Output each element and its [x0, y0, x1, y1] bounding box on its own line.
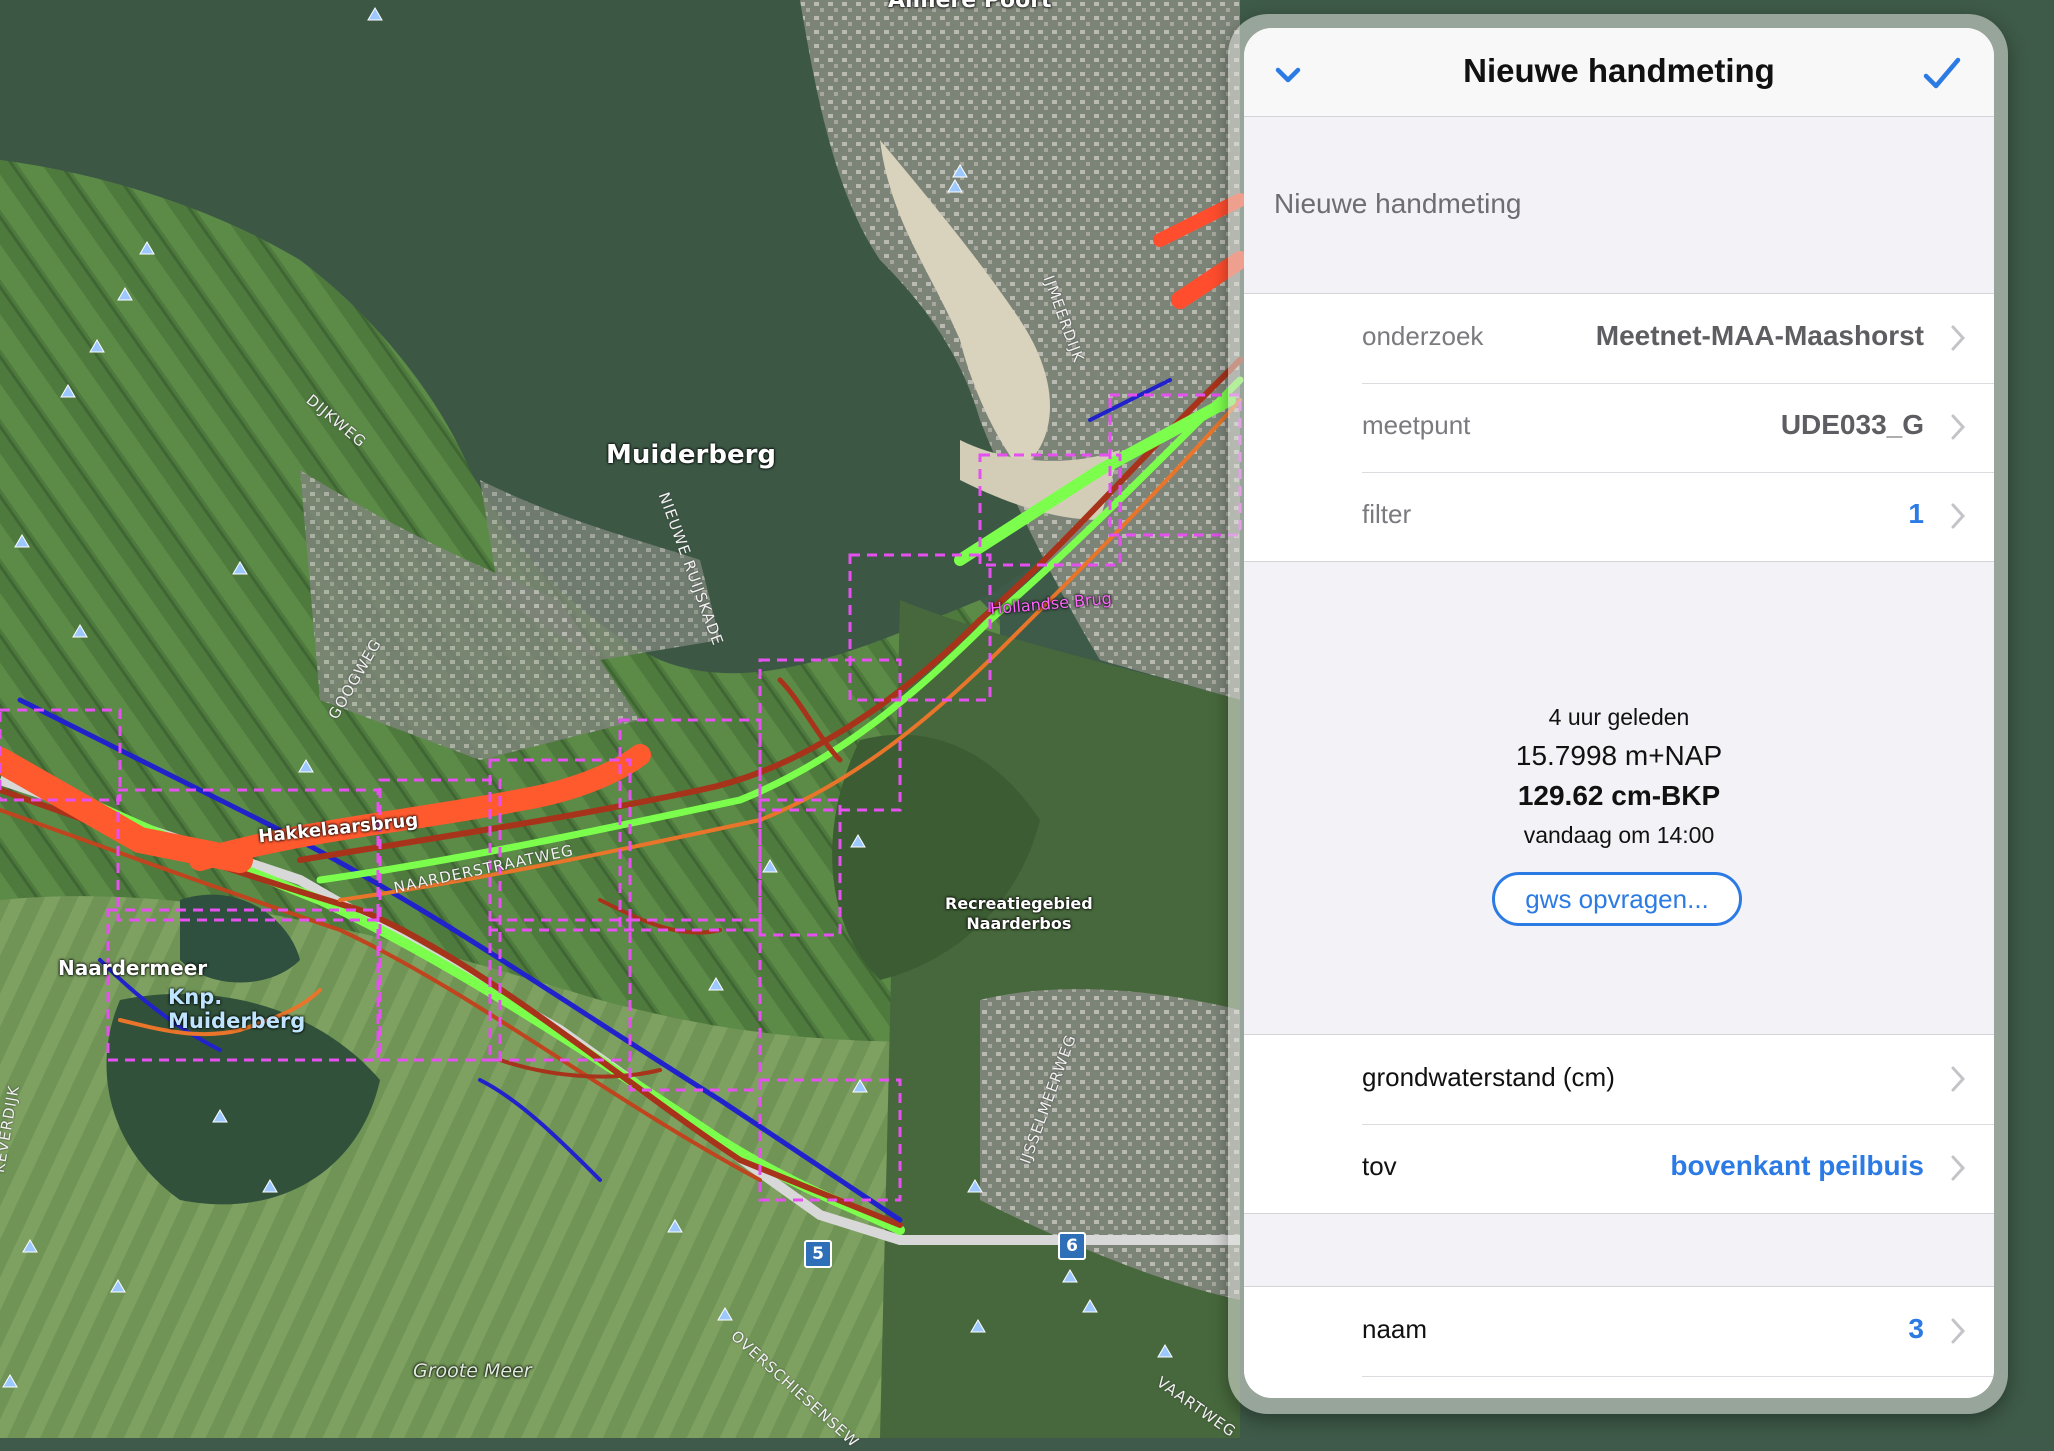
chevron-right-icon: [1951, 325, 1966, 351]
highway-shield-5: 5: [804, 1240, 832, 1268]
chevron-right-icon: [1951, 1318, 1966, 1344]
status-bkp-value: 129.62 cm-BKP: [1517, 780, 1721, 811]
onderzoek-label: onderzoek: [1362, 321, 1484, 351]
section-header: Nieuwe handmeting: [1274, 188, 1522, 219]
tov-label: tov: [1362, 1151, 1397, 1181]
row-onderzoek[interactable]: onderzoek Meetnet-MAA-Maashorst: [1244, 294, 1994, 383]
row-meetpunt[interactable]: meetpunt UDE033_G: [1244, 383, 1994, 472]
gws-opvragen-button[interactable]: gws opvragen...: [1492, 872, 1742, 926]
chevron-right-icon: [1951, 503, 1966, 529]
naam-label: naam: [1362, 1314, 1428, 1344]
chevron-right-icon: [1951, 414, 1966, 440]
meetpunt-value: UDE033_G: [1780, 409, 1924, 440]
checkmark-icon: [1923, 57, 1961, 89]
map-label-recreatiegebied: Recreatiegebied Naarderbos: [945, 894, 1093, 933]
groundwater-group: grondwaterstand (cm) tov bovenkant peilb…: [1244, 1034, 1994, 1214]
map-label-almere-poort: Almere Poort: [888, 0, 1052, 13]
map-label-naardermeer: Naardermeer: [58, 956, 208, 980]
row-naam[interactable]: naam 3: [1244, 1287, 1994, 1376]
chevron-right-icon: [1951, 1155, 1966, 1181]
map-label-knp-muiderberg: Knp. Muiderberg: [168, 985, 306, 1033]
navigation-bar: Nieuwe handmeting: [1244, 28, 1994, 117]
confirm-button[interactable]: [1918, 50, 1966, 98]
meetpunt-label: meetpunt: [1362, 410, 1471, 440]
row-filter[interactable]: filter 1: [1244, 472, 1994, 561]
measurement-source-group: onderzoek Meetnet-MAA-Maashorst meetpunt…: [1244, 293, 1994, 562]
chevron-right-icon: [1951, 1066, 1966, 1092]
meta-group: naam 3 datum 27-01-2025: [1244, 1286, 1994, 1398]
new-measurement-panel: Nieuwe handmeting Nieuwe handmeting onde…: [1244, 28, 1994, 1398]
tov-value: bovenkant peilbuis: [1670, 1150, 1924, 1181]
filter-value: 1: [1908, 498, 1924, 529]
status-time-ago: 4 uur geleden: [1548, 704, 1690, 730]
status-when: vandaag om 14:00: [1523, 822, 1715, 848]
panel-title: Nieuwe handmeting: [1463, 52, 1775, 89]
map-label-groote-meer: Groote Meer: [413, 1360, 532, 1382]
map-label-muiderberg: Muiderberg: [606, 440, 777, 470]
highway-shield-6: 6: [1058, 1232, 1086, 1260]
naam-value: 3: [1908, 1313, 1924, 1344]
filter-label: filter: [1362, 499, 1412, 529]
last-measurement-status: 4 uur geleden 15.7998 m+NAP 129.62 cm-BK…: [1244, 594, 1994, 1034]
grondwaterstand-label: grondwaterstand (cm): [1362, 1062, 1615, 1092]
row-datum[interactable]: datum 27-01-2025: [1244, 1376, 1994, 1398]
status-nap-value: 15.7998 m+NAP: [1515, 740, 1723, 771]
row-grondwaterstand[interactable]: grondwaterstand (cm): [1244, 1035, 1994, 1124]
row-tov[interactable]: tov bovenkant peilbuis: [1244, 1124, 1994, 1213]
onderzoek-value: Meetnet-MAA-Maashorst: [1595, 320, 1924, 351]
